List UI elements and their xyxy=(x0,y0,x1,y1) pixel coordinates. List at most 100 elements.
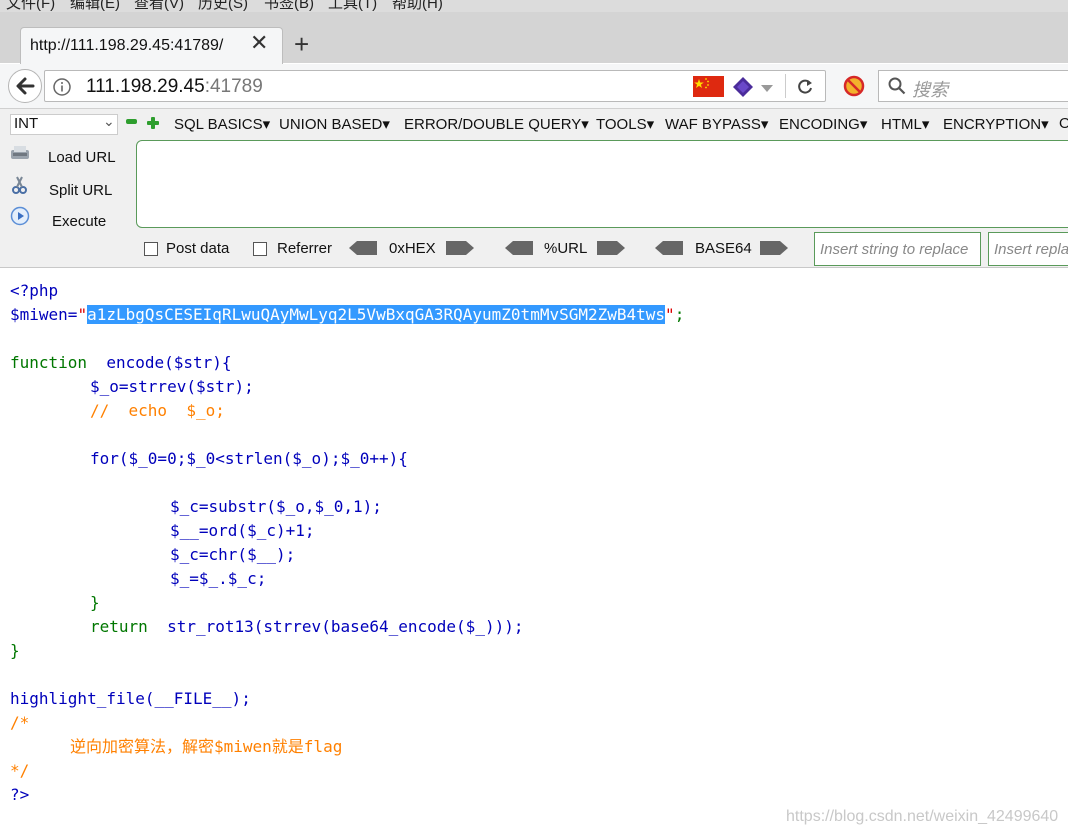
replace-string-placeholder: Insert string to replace xyxy=(820,241,969,258)
menu-view[interactable]: 查看(V) xyxy=(134,0,184,12)
menu-encryption[interactable]: ENCRYPTION▾ xyxy=(943,115,1049,133)
reload-icon[interactable] xyxy=(795,77,815,102)
code-line: $_o=strrev($str); xyxy=(90,377,254,396)
menu-bar: 文件(F) 编辑(E) 查看(V) 历史(S) 书签(B) 工具(T) 帮助(H… xyxy=(0,0,1068,12)
tab-title: http://111.198.29.45:41789/ xyxy=(30,37,224,54)
code-token: encode($str){ xyxy=(106,353,232,372)
hex-encode-button[interactable] xyxy=(446,241,474,260)
code-token: function xyxy=(10,353,88,372)
url-encode-button[interactable] xyxy=(597,241,625,260)
menu-tools[interactable]: 工具(T) xyxy=(328,0,377,12)
code-line: } xyxy=(90,593,100,612)
search-placeholder: 搜索 xyxy=(912,80,948,100)
url-text[interactable]: 111.198.29.45:41789 xyxy=(86,76,263,98)
code-line: $miwen="a1zLbgQsCESEIqRLwuQAyMwLyq2L5VwB… xyxy=(10,303,684,327)
code-token: ; xyxy=(674,305,685,324)
menu-waf-bypass[interactable]: WAF BYPASS▾ xyxy=(665,115,768,133)
search-bar[interactable] xyxy=(878,70,1068,102)
menu-file[interactable]: 文件(F) xyxy=(6,0,55,12)
code-token: " xyxy=(77,305,88,324)
url-decode-button[interactable] xyxy=(505,241,533,260)
code-line: highlight_file(__FILE__); xyxy=(10,689,251,708)
menu-help[interactable]: 帮助(H) xyxy=(392,0,443,12)
type-select-value: INT xyxy=(14,115,39,132)
info-icon[interactable] xyxy=(52,77,72,102)
code-line: // echo $_o; xyxy=(90,401,225,420)
code-line: <?php xyxy=(10,281,59,300)
menu-union-based[interactable]: UNION BASED▾ xyxy=(279,115,390,133)
menu-encoding-label: ENCODING xyxy=(779,116,860,133)
code-line: $_c=chr($__); xyxy=(170,545,296,564)
code-token: " xyxy=(665,305,675,324)
plus-icon[interactable] xyxy=(147,116,159,134)
url-textarea[interactable] xyxy=(136,140,1068,228)
menu-error-double-query[interactable]: ERROR/DOUBLE QUERY▾ xyxy=(404,115,589,133)
code-line: } xyxy=(10,641,20,660)
execute-button[interactable]: Execute xyxy=(10,206,106,230)
close-icon[interactable]: ✕ xyxy=(250,32,268,54)
code-line: $__=ord($_c)+1; xyxy=(170,521,315,540)
menu-other[interactable]: O xyxy=(1059,115,1068,132)
url-encode-label: %URL xyxy=(544,240,588,257)
menu-bookmarks[interactable]: 书签(B) xyxy=(264,0,314,12)
menu-tools[interactable]: TOOLS▾ xyxy=(596,115,654,133)
url-divider xyxy=(785,74,786,98)
minus-icon[interactable] xyxy=(126,119,137,124)
referrer-label: Referrer xyxy=(277,240,333,257)
post-data-label: Post data xyxy=(166,240,230,257)
base64-label: BASE64 xyxy=(695,240,752,257)
referrer-checkbox[interactable] xyxy=(253,242,267,256)
selected-string[interactable]: a1zLbgQsCESEIqRLwuQAyMwLyq2L5VwBxqGA3RQA… xyxy=(87,305,666,324)
code-token: str_rot13(strrev(base64_encode($_))); xyxy=(167,617,524,636)
menu-sql-basics-label: SQL BASICS xyxy=(174,116,263,133)
code-line: for($_0=0;$_0<strlen($_o);$_0++){ xyxy=(90,449,408,468)
code-token: $miwen= xyxy=(10,305,78,324)
menu-other-label: O xyxy=(1059,115,1068,132)
menu-encryption-label: ENCRYPTION xyxy=(943,116,1042,133)
load-url-label: Load URL xyxy=(48,149,116,166)
code-line: function encode($str){ xyxy=(10,351,232,375)
menu-union-based-label: UNION BASED xyxy=(279,116,383,133)
menu-edit[interactable]: 编辑(E) xyxy=(70,0,120,12)
split-url-label: Split URL xyxy=(49,182,113,199)
search-icon xyxy=(888,77,906,100)
chevron-down-icon[interactable] xyxy=(760,81,774,99)
code-line: ?> xyxy=(10,785,30,804)
menu-encoding[interactable]: ENCODING▾ xyxy=(779,115,867,133)
menu-html-label: HTML xyxy=(881,116,922,133)
code-line: /* xyxy=(10,713,30,732)
block-icon[interactable] xyxy=(842,74,866,103)
chevron-down-icon: ⌄ xyxy=(103,113,115,129)
back-button[interactable] xyxy=(8,69,42,103)
menu-sql-basics[interactable]: SQL BASICS▾ xyxy=(174,115,270,133)
replacing-string-placeholder: Insert replacing string xyxy=(994,241,1068,258)
new-tab-button[interactable]: + xyxy=(294,31,309,57)
execute-label: Execute xyxy=(52,213,107,230)
url-port: :41789 xyxy=(204,76,263,97)
china-flag-icon xyxy=(693,76,724,102)
code-line: 逆向加密算法，解密$miwen就是flag xyxy=(70,737,343,756)
load-url-button[interactable]: Load URL xyxy=(10,144,116,166)
base64-encode-button[interactable] xyxy=(760,241,788,260)
hex-decode-button[interactable] xyxy=(349,241,377,260)
hex-label: 0xHEX xyxy=(389,240,436,257)
base64-decode-button[interactable] xyxy=(655,241,683,260)
post-data-checkbox[interactable] xyxy=(144,242,158,256)
menu-waf-bypass-label: WAF BYPASS xyxy=(665,116,761,133)
load-url-icon xyxy=(10,144,32,166)
code-token: return xyxy=(90,617,148,636)
url-host: 111.198.29.45 xyxy=(86,76,205,97)
menu-history[interactable]: 历史(S) xyxy=(198,0,248,12)
code-line: */ xyxy=(10,761,30,780)
scissors-icon xyxy=(10,175,32,199)
code-line: return str_rot13(strrev(base64_encode($_… xyxy=(90,615,523,639)
layers-icon[interactable] xyxy=(732,76,754,103)
split-url-button[interactable]: Split URL xyxy=(10,175,112,199)
watermark: https://blog.csdn.net/weixin_42499640 xyxy=(786,808,1059,825)
code-line: $_=$_.$_c; xyxy=(170,569,267,588)
code-line: $_c=substr($_o,$_0,1); xyxy=(170,497,382,516)
back-arrow-icon xyxy=(16,77,35,95)
menu-error-double-query-label: ERROR/DOUBLE QUERY xyxy=(404,116,582,133)
play-icon xyxy=(10,206,32,230)
menu-html[interactable]: HTML▾ xyxy=(881,115,929,133)
